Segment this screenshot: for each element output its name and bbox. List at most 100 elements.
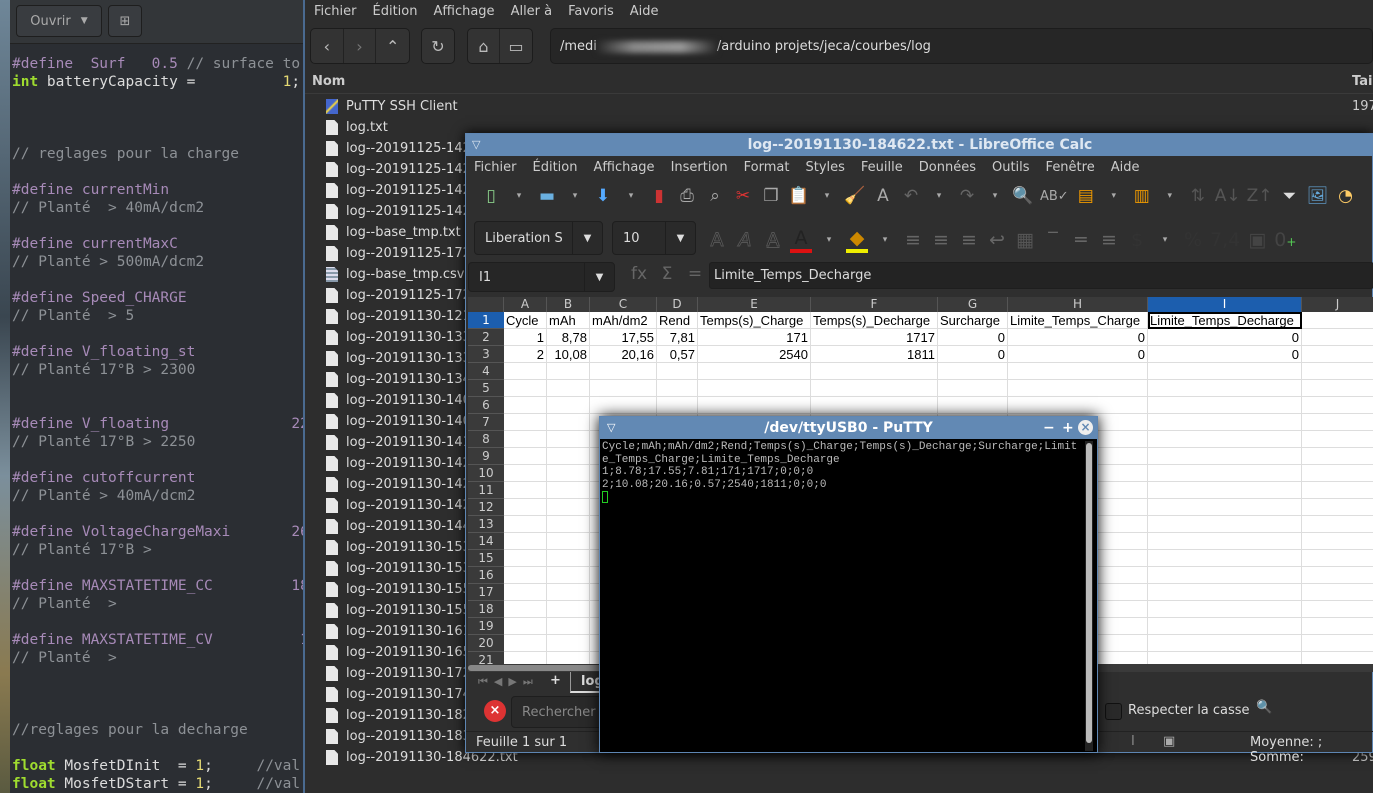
cell[interactable] — [1302, 397, 1373, 414]
wrap-text-icon[interactable]: ↩ — [986, 229, 1008, 251]
cell[interactable] — [1148, 448, 1302, 465]
file-row[interactable]: log--20191125-142 — [326, 159, 471, 180]
column-header[interactable]: J — [1302, 297, 1373, 312]
file-row[interactable]: log--20191125-172 — [326, 243, 471, 264]
cell[interactable] — [1148, 652, 1302, 664]
dropdown-icon[interactable]: ▾ — [816, 191, 838, 201]
autofilter-icon[interactable]: ⏷ — [1278, 186, 1300, 206]
cell[interactable] — [547, 601, 590, 618]
cell[interactable]: 0 — [1148, 329, 1302, 346]
cell[interactable] — [1302, 346, 1373, 363]
cell[interactable] — [1148, 363, 1302, 380]
file-row[interactable]: log.txt — [326, 117, 388, 138]
chevron-down-icon[interactable]: ▼ — [584, 263, 614, 291]
row-header[interactable]: 11 — [468, 482, 504, 499]
align-left-icon[interactable]: ≡ — [902, 229, 924, 251]
cell[interactable] — [590, 363, 657, 380]
row-header[interactable]: 16 — [468, 567, 504, 584]
putty-title-bar[interactable]: ▽ /dev/ttyUSB0 - PuTTY − + × — [600, 417, 1097, 439]
date-format-icon[interactable]: ▣ — [1246, 229, 1268, 251]
cell[interactable]: Cycle — [504, 312, 547, 329]
dropdown-icon[interactable]: ▾ — [928, 191, 950, 201]
file-row[interactable]: log--20191130-153 — [326, 558, 471, 579]
column-header-size[interactable]: Tail — [1352, 74, 1373, 89]
menu-item[interactable]: Aide — [630, 4, 659, 19]
cell[interactable] — [1148, 618, 1302, 635]
cell[interactable] — [504, 431, 547, 448]
cell[interactable] — [504, 397, 547, 414]
file-row[interactable]: log--base_tmp.csv — [326, 264, 464, 285]
cell[interactable]: 0 — [1008, 346, 1148, 363]
menu-item[interactable]: Affichage — [593, 160, 654, 175]
sort-ascending-icon[interactable]: A↓ — [1215, 186, 1241, 206]
row-header[interactable]: 13 — [468, 516, 504, 533]
file-row[interactable]: log--20191130-182 — [326, 705, 471, 726]
cell[interactable]: Temps(s)_Charge — [698, 312, 811, 329]
cell[interactable] — [1008, 363, 1148, 380]
cell[interactable]: Surcharge — [938, 312, 1008, 329]
file-row[interactable]: log--20191130-140 — [326, 390, 471, 411]
cell[interactable] — [1148, 431, 1302, 448]
cell[interactable] — [504, 380, 547, 397]
cell[interactable] — [504, 482, 547, 499]
cell[interactable] — [547, 448, 590, 465]
dropdown-icon[interactable]: ▾ — [1103, 191, 1125, 201]
cell[interactable] — [1148, 550, 1302, 567]
cell[interactable] — [590, 380, 657, 397]
align-top-icon[interactable]: ‾ — [1042, 229, 1064, 251]
terminal-output[interactable]: Cycle;mAh;mAh/dm2;Rend;Temps(s)_Charge;T… — [602, 441, 1082, 504]
dropdown-icon[interactable]: ▾ — [620, 191, 642, 201]
file-row[interactable]: log--20191130-183 — [326, 726, 471, 747]
dropdown-icon[interactable]: ▾ — [984, 191, 1006, 201]
menu-item[interactable]: Styles — [805, 160, 844, 175]
cell[interactable] — [1302, 329, 1373, 346]
menu-item[interactable]: Aide — [1111, 160, 1140, 175]
cell[interactable] — [504, 635, 547, 652]
cell[interactable] — [938, 397, 1008, 414]
cell[interactable] — [1302, 584, 1373, 601]
print-icon[interactable]: ⎙ — [676, 186, 698, 206]
bold-icon[interactable]: A — [706, 229, 728, 252]
open-button[interactable]: Ouvrir ▼ — [16, 5, 102, 37]
formula-icon[interactable]: = — [684, 264, 706, 284]
column-header[interactable]: G — [938, 297, 1008, 312]
cell[interactable] — [547, 363, 590, 380]
cell[interactable] — [1148, 516, 1302, 533]
row-header[interactable]: 19 — [468, 618, 504, 635]
cell[interactable] — [1302, 363, 1373, 380]
cell[interactable] — [547, 567, 590, 584]
cell[interactable] — [811, 397, 938, 414]
open-folder-icon[interactable]: ▬ — [536, 186, 558, 206]
cell[interactable] — [1302, 601, 1373, 618]
cell[interactable] — [547, 482, 590, 499]
row-header[interactable]: 7 — [468, 414, 504, 431]
calc-title-bar[interactable]: ▽ log--20191130-184622.txt - LibreOffice … — [466, 134, 1373, 156]
file-row[interactable]: log--20191130-133 — [326, 327, 471, 348]
row-header[interactable]: 6 — [468, 397, 504, 414]
cell[interactable] — [1302, 414, 1373, 431]
merge-cells-icon[interactable]: ▦ — [1014, 229, 1036, 251]
cell[interactable] — [1302, 482, 1373, 499]
cell[interactable] — [1302, 431, 1373, 448]
menu-item[interactable]: Données — [919, 160, 976, 175]
find-replace-icon[interactable]: 🔍 — [1256, 700, 1272, 715]
maximize-icon[interactable]: + — [1062, 417, 1074, 439]
terminal-scrollbar[interactable] — [1085, 441, 1093, 751]
cell[interactable] — [1302, 516, 1373, 533]
cell[interactable] — [1148, 533, 1302, 550]
cell[interactable] — [1302, 448, 1373, 465]
file-row[interactable]: log--20191130-174 — [326, 684, 471, 705]
cell[interactable] — [1008, 380, 1148, 397]
sheet-navigation-icons[interactable]: ⏮◀▶⏭ — [478, 675, 539, 689]
find-replace-icon[interactable]: 🔍 — [1012, 186, 1034, 206]
cell[interactable]: 10,08 — [547, 346, 590, 363]
cell[interactable] — [547, 550, 590, 567]
row-header[interactable]: 17 — [468, 584, 504, 601]
cell[interactable] — [1148, 414, 1302, 431]
file-row[interactable]: log--20191130-141 — [326, 432, 471, 453]
sort-icon[interactable]: ⇅ — [1187, 186, 1209, 206]
cell[interactable] — [504, 414, 547, 431]
file-row[interactable]: log--20191125-142 — [326, 201, 471, 222]
cell[interactable] — [504, 584, 547, 601]
name-box[interactable]: I1 ▼ — [468, 262, 615, 292]
